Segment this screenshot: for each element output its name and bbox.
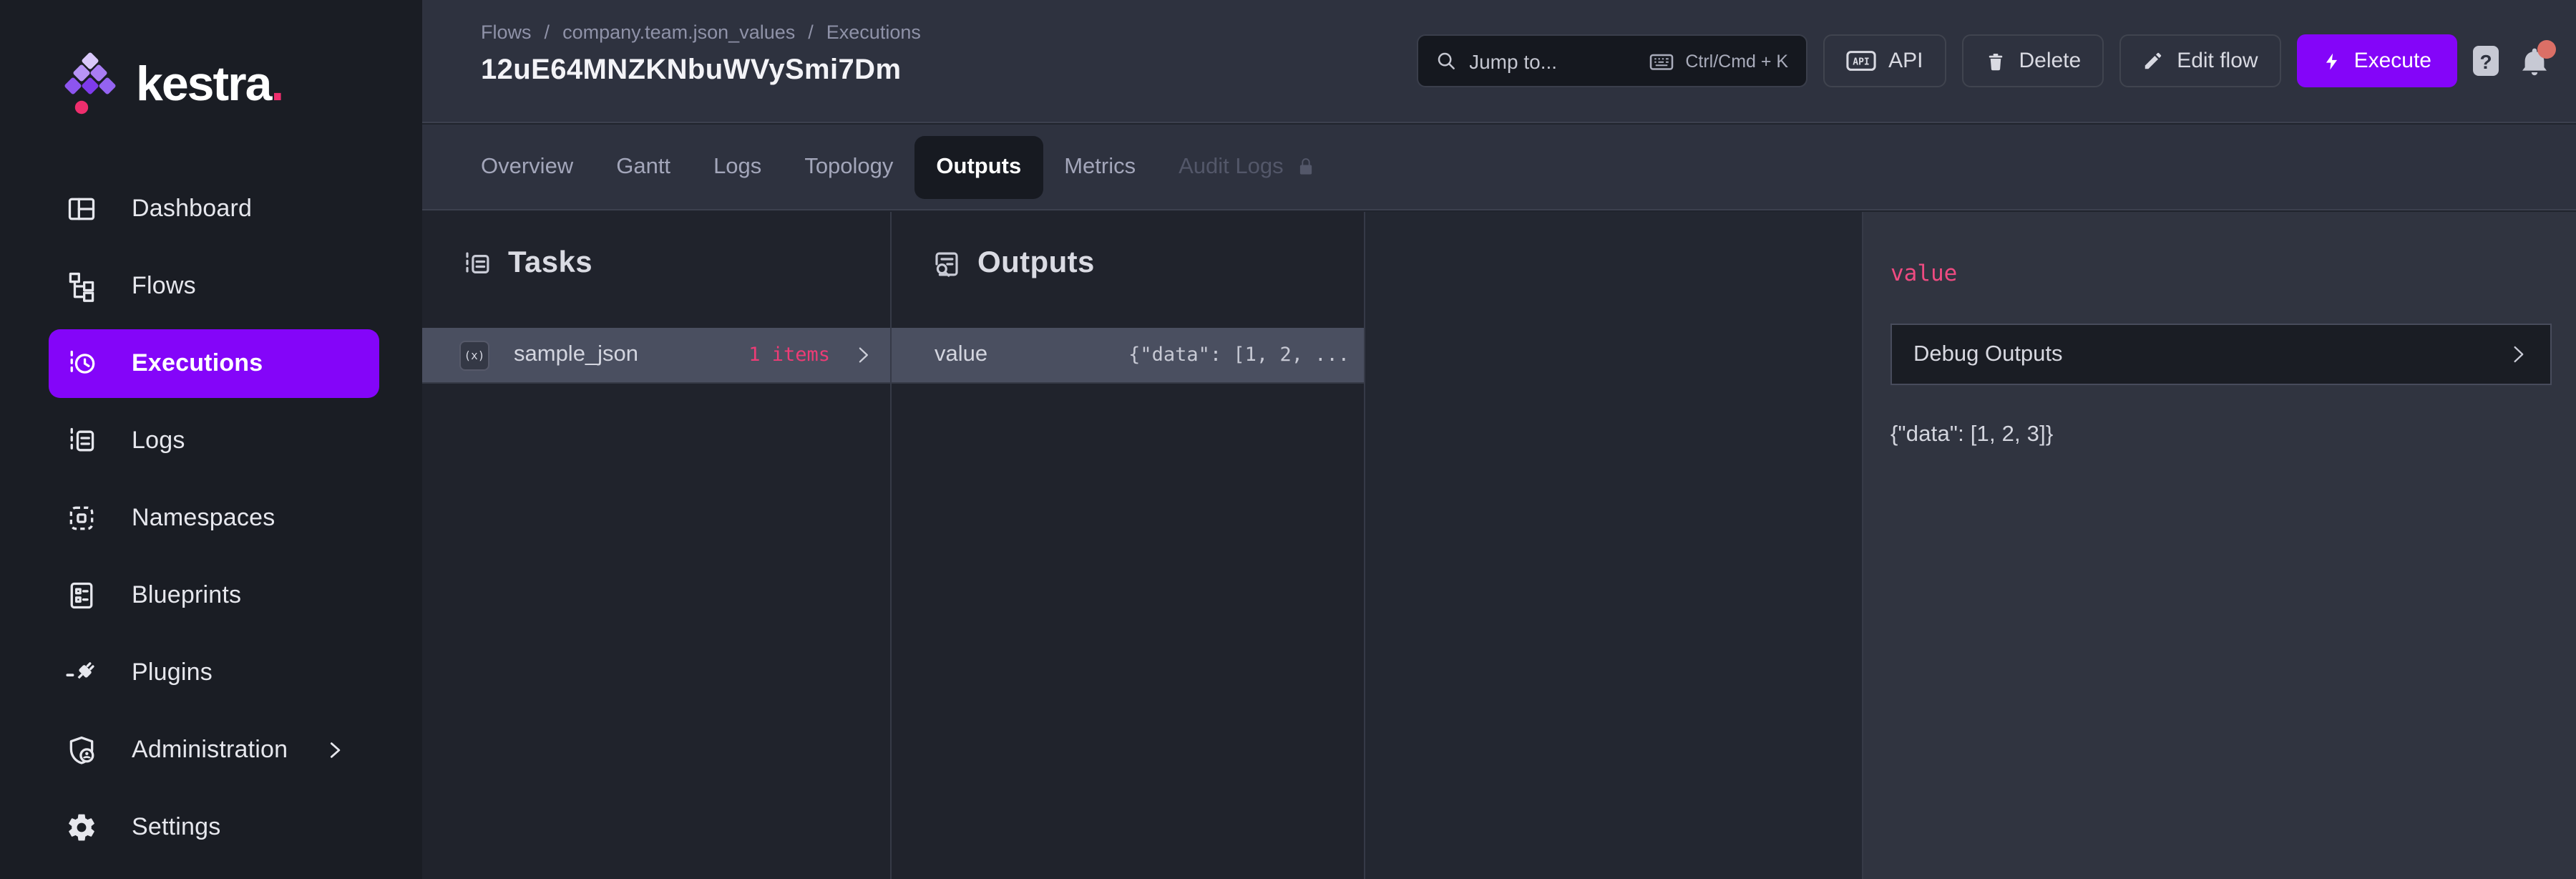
- keyboard-icon: [1649, 53, 1673, 69]
- sidebar: kestra. Dashboard Flows Executions Logs …: [0, 0, 422, 879]
- output-detail-panel: value Debug Outputs {"data": [1, 2, 3]}: [1863, 212, 2576, 879]
- tab-logs[interactable]: Logs: [692, 135, 783, 198]
- sidebar-item-executions[interactable]: Executions: [49, 329, 379, 398]
- next-column-placeholder: [1365, 212, 1863, 879]
- execution-tabs: Overview Gantt Logs Topology Outputs Met…: [422, 125, 2576, 210]
- edit-flow-button[interactable]: Edit flow: [2119, 34, 2281, 87]
- sidebar-item-settings[interactable]: Settings: [49, 789, 379, 866]
- execute-button[interactable]: Execute: [2296, 34, 2457, 87]
- logs-icon: [70, 427, 94, 455]
- administration-icon: [69, 736, 94, 764]
- sidebar-item-administration[interactable]: Administration: [49, 712, 379, 789]
- flows-icon: [69, 272, 94, 302]
- tab-overview[interactable]: Overview: [459, 135, 595, 198]
- tasks-icon: [466, 251, 489, 276]
- sidebar-item-plugins[interactable]: Plugins: [49, 634, 379, 712]
- page-title: 12uE64MNZKNbuWVySmi7Dm: [481, 54, 902, 86]
- jump-to-input[interactable]: [1469, 49, 1627, 72]
- api-icon: API: [1845, 51, 1875, 71]
- detail-value-json: {"data": [1, 2, 3]}: [1890, 422, 2054, 447]
- sidebar-item-blueprints[interactable]: Blueprints: [49, 557, 379, 634]
- sidebar-item-dashboard[interactable]: Dashboard: [49, 170, 379, 248]
- tab-gantt[interactable]: Gantt: [595, 135, 692, 198]
- top-header: Flows / company.team.json_values / Execu…: [422, 0, 2576, 123]
- header-controls: Ctrl/Cmd + K API API Delete: [1416, 34, 2556, 87]
- wordmark-dot: .: [270, 57, 284, 111]
- plugins-icon: [66, 662, 94, 679]
- shortcut-hint: Ctrl/Cmd + K: [1648, 48, 1788, 74]
- breadcrumb: Flows / company.team.json_values / Execu…: [481, 21, 921, 43]
- task-items-badge: 1 items: [748, 344, 830, 366]
- tab-audit-logs[interactable]: Audit Logs: [1157, 135, 1338, 198]
- debug-outputs-button[interactable]: Debug Outputs: [1890, 324, 2552, 385]
- task-row-sample-json[interactable]: (x) sample_json 1 items: [422, 328, 890, 384]
- search-icon: [1437, 52, 1454, 69]
- sidebar-item-logs[interactable]: Logs: [49, 402, 379, 480]
- dashboard-icon: [68, 198, 95, 220]
- kestra-logo-icon: [64, 52, 116, 115]
- outputs-icon: [935, 251, 958, 276]
- help-icon[interactable]: ?: [2473, 46, 2499, 76]
- svg-text:API: API: [1852, 57, 1868, 68]
- tasks-panel-header: Tasks: [462, 243, 856, 283]
- lightning-bolt-icon: [2326, 52, 2337, 69]
- breadcrumb-namespace-flow[interactable]: company.team.json_values: [562, 21, 795, 43]
- detail-key-label: value: [1890, 261, 1958, 286]
- sidebar-item-namespaces[interactable]: Namespaces: [49, 480, 379, 557]
- output-preview: {"data": [1, 2, ...: [1128, 344, 1350, 366]
- task-name: sample_json: [514, 342, 639, 366]
- outputs-rows: value {"data": [1, 2, ...: [892, 328, 1364, 384]
- chevron-right-icon: [859, 347, 868, 363]
- tasks-column: Tasks (x) sample_json 1 items: [422, 212, 892, 879]
- sidebar-item-flows[interactable]: Flows: [49, 248, 379, 325]
- api-button[interactable]: API API: [1823, 34, 1946, 87]
- sidebar-nav: Dashboard Flows Executions Logs Namespac…: [0, 170, 422, 866]
- breadcrumb-separator: /: [544, 21, 550, 43]
- settings-icon: [69, 814, 94, 841]
- namespaces-icon: [69, 506, 94, 530]
- breadcrumb-separator: /: [808, 21, 814, 43]
- outputs-panel-header: Outputs: [932, 243, 1330, 283]
- outputs-content: Tasks (x) sample_json 1 items Outputs va…: [422, 212, 2576, 879]
- kestra-logo[interactable]: kestra.: [63, 34, 422, 135]
- kestra-app: kestra. Dashboard Flows Executions Logs …: [0, 0, 2576, 879]
- trash-icon: [1989, 53, 2002, 70]
- task-type-icon: (x): [459, 340, 489, 370]
- chevron-right-icon: [330, 742, 341, 758]
- output-row-value[interactable]: value {"data": [1, 2, ...: [892, 328, 1364, 384]
- executions-icon: [70, 350, 95, 377]
- breadcrumb-flows[interactable]: Flows: [481, 21, 532, 43]
- notification-dot: [2537, 39, 2556, 58]
- tab-metrics[interactable]: Metrics: [1043, 135, 1157, 198]
- tasks-rows: (x) sample_json 1 items: [422, 328, 890, 384]
- tab-topology[interactable]: Topology: [783, 135, 914, 198]
- kestra-wordmark: kestra.: [136, 57, 284, 111]
- output-key: value: [935, 342, 988, 366]
- blueprints-icon: [70, 582, 93, 609]
- pencil-icon: [2145, 52, 2162, 69]
- jump-to-search[interactable]: Ctrl/Cmd + K: [1416, 34, 1807, 87]
- outputs-column: Outputs value {"data": [1, 2, ...: [892, 212, 1365, 879]
- tab-outputs[interactable]: Outputs: [914, 135, 1043, 198]
- notifications-bell[interactable]: [2517, 39, 2556, 78]
- chevron-right-icon: [2514, 346, 2524, 363]
- breadcrumb-executions[interactable]: Executions: [826, 21, 921, 43]
- lock-icon: [1299, 158, 1312, 175]
- delete-button[interactable]: Delete: [1961, 34, 2104, 87]
